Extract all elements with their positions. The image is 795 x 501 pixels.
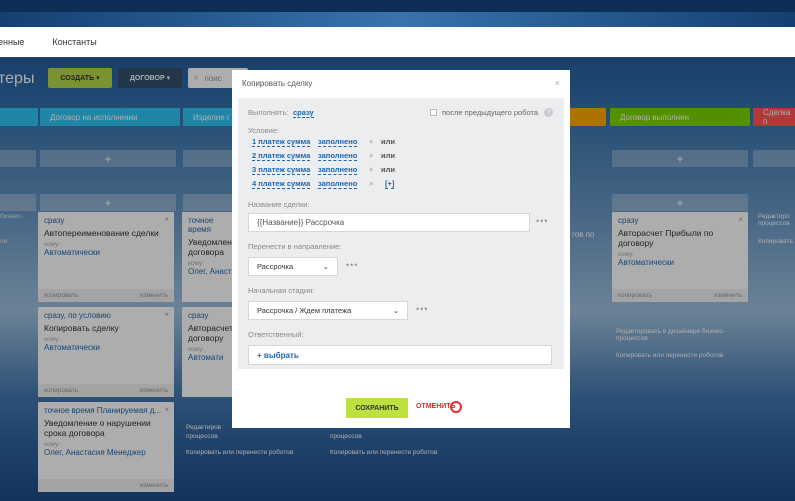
deal-name-input[interactable]: {{Название}} Рассрочка: [248, 213, 530, 232]
direction-value: Рассрочка: [257, 262, 294, 271]
cursor-click-icon: [450, 401, 462, 413]
condition-op-link[interactable]: заполнено: [318, 179, 358, 189]
condition-field-link[interactable]: 3 платеж сумма: [252, 165, 311, 175]
close-icon[interactable]: ×: [555, 78, 560, 88]
more-icon[interactable]: •••: [346, 260, 358, 270]
help-icon[interactable]: ?: [544, 108, 553, 117]
more-icon[interactable]: •••: [536, 216, 548, 226]
condition-field-link[interactable]: 4 платеж сумма: [252, 179, 311, 189]
responsible-label: Ответственный:: [248, 330, 304, 339]
stage-value: Рассрочка / Ждем платежа: [257, 306, 352, 315]
condition-op-link[interactable]: заполнено: [318, 165, 358, 175]
menu-bar: енные Константы: [0, 27, 795, 57]
top-strip: [0, 12, 795, 27]
condition-field-link[interactable]: 1 платеж сумма: [252, 137, 311, 147]
direction-label: Перенести в направление:: [248, 242, 342, 251]
menu-item-0[interactable]: енные: [0, 37, 24, 47]
dialog-panel: Выполнять: сразу после предыдущего робот…: [238, 98, 564, 369]
remove-condition-icon[interactable]: ×: [369, 179, 373, 188]
stage-select[interactable]: Рассрочка / Ждем платежа ⌄: [248, 301, 408, 320]
remove-condition-icon[interactable]: ×: [369, 165, 373, 174]
direction-select[interactable]: Рассрочка ⌄: [248, 257, 338, 276]
after-previous-checkbox[interactable]: [430, 109, 437, 116]
chevron-down-icon: ⌄: [322, 262, 329, 271]
condition-joiner[interactable]: или: [381, 151, 395, 160]
save-button[interactable]: СОХРАНИТЬ: [346, 398, 408, 418]
deal-name-label: Название сделки:: [248, 200, 310, 209]
responsible-select[interactable]: + выбрать: [248, 345, 552, 365]
stage-label: Начальная стадия:: [248, 286, 315, 295]
more-icon[interactable]: •••: [416, 304, 428, 314]
condition-op-link[interactable]: заполнено: [318, 151, 358, 161]
condition-field-link[interactable]: 2 платеж сумма: [252, 151, 311, 161]
condition-label: Условие:: [248, 126, 280, 135]
menu-item-constants[interactable]: Константы: [52, 37, 96, 47]
execute-label: Выполнять:: [248, 108, 289, 117]
top-bar: [0, 0, 795, 12]
after-previous-label: после предыдущего робота: [442, 108, 538, 117]
copy-deal-dialog: Копировать сделку × Выполнять: сразу пос…: [232, 70, 570, 428]
dialog-title: Копировать сделку: [242, 78, 313, 88]
chevron-down-icon: ⌄: [392, 306, 399, 315]
condition-op-link[interactable]: заполнено: [318, 137, 358, 147]
execute-value-link[interactable]: сразу: [293, 108, 314, 118]
condition-joiner[interactable]: или: [381, 165, 395, 174]
condition-joiner[interactable]: или: [381, 137, 395, 146]
remove-condition-icon[interactable]: ×: [369, 137, 373, 146]
add-condition-link[interactable]: [+]: [385, 179, 395, 189]
remove-condition-icon[interactable]: ×: [369, 151, 373, 160]
